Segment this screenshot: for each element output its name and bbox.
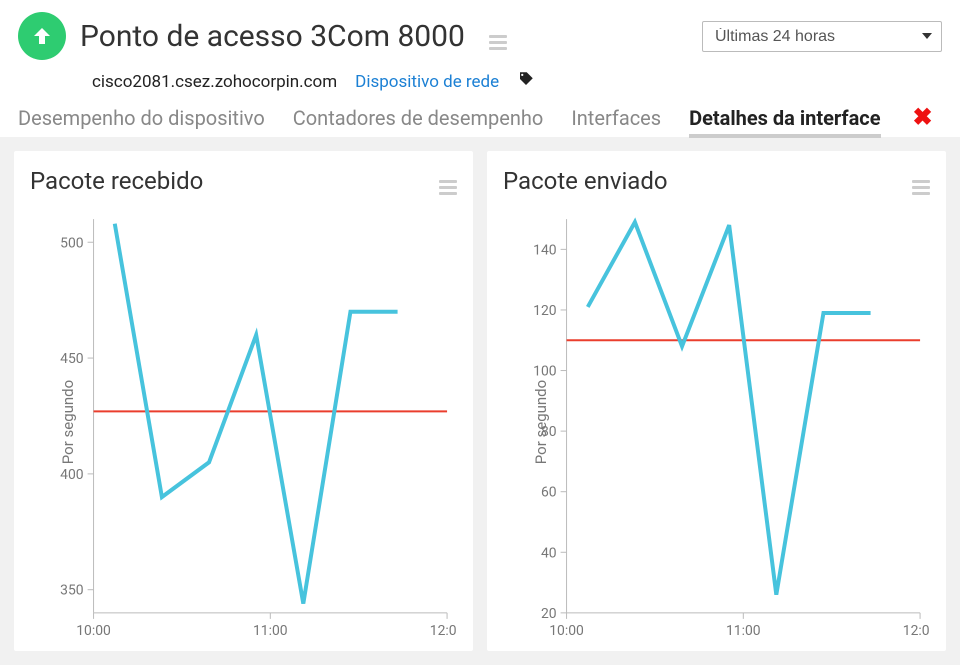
host-name: cisco2081.csez.zohocorpin.com [92,72,337,92]
svg-text:12:00: 12:00 [430,623,457,639]
svg-text:450: 450 [60,351,84,367]
chart-enviado: Por segundo 2040608010012014010:0011:001… [503,201,930,643]
svg-text:400: 400 [60,467,84,483]
chart-title-recebido: Pacote recebido [30,167,203,195]
card-pacote-recebido: Pacote recebido Por segundo 350 400 450 500… [14,151,473,651]
svg-text:11:00: 11:00 [726,623,761,639]
svg-text:10:00: 10:00 [76,623,111,639]
device-type-link[interactable]: Dispositivo de rede [355,72,499,92]
svg-text:11:00: 11:00 [253,623,288,639]
card-pacote-enviado: Pacote enviado Por segundo 2040608010012… [487,151,946,651]
svg-text:120: 120 [533,303,557,319]
time-range-select[interactable]: Últimas 24 horas [702,21,942,52]
svg-text:10:00: 10:00 [549,623,584,639]
svg-text:12:00: 12:00 [903,623,930,639]
chart-menu-enviado[interactable] [912,168,930,195]
hamburger-icon [489,35,507,50]
chart-recebido: Por segundo 350 400 450 500 10:00 11:00 12:00 [30,201,457,643]
y-axis-label: Por segundo [59,380,77,464]
tab-interfaces[interactable]: Interfaces [571,106,661,134]
close-tab-button[interactable]: ✖ [909,103,933,131]
svg-text:350: 350 [60,583,84,599]
tab-bar: Desempenho do dispositivo Contadores de … [0,103,960,137]
svg-text:100: 100 [533,363,557,379]
hamburger-icon [439,180,457,195]
tab-detalhes-interface[interactable]: Detalhes da interface [689,106,880,138]
svg-text:40: 40 [541,545,557,561]
svg-text:500: 500 [60,235,84,251]
hamburger-icon [912,180,930,195]
tag-icon[interactable] [517,70,535,93]
y-axis-label: Por segundo [532,380,550,464]
device-options-menu[interactable] [489,23,507,50]
svg-text:60: 60 [541,485,557,501]
tab-contadores-desempenho[interactable]: Contadores de desempenho [293,106,544,134]
chart-menu-recebido[interactable] [439,168,457,195]
status-up-icon [18,12,66,60]
svg-text:20: 20 [541,606,557,622]
tab-desempenho-dispositivo[interactable]: Desempenho do dispositivo [18,106,265,134]
chart-title-enviado: Pacote enviado [503,167,668,195]
page-title: Ponto de acesso 3Com 8000 [80,19,465,54]
svg-text:140: 140 [533,242,557,258]
